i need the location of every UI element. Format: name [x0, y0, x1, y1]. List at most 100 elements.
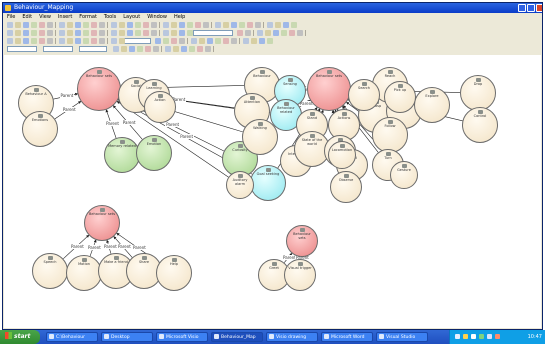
- toolbar-button[interactable]: [281, 30, 287, 36]
- update-icon[interactable]: [479, 334, 484, 339]
- toolbar-button[interactable]: [111, 22, 117, 28]
- menu-tools[interactable]: Tools: [104, 14, 116, 20]
- toolbar-button[interactable]: [7, 38, 13, 44]
- menu-file[interactable]: File: [7, 14, 15, 20]
- toolbar-button[interactable]: [231, 38, 237, 44]
- clock[interactable]: 10:47: [528, 330, 542, 344]
- toolbar-button[interactable]: [223, 38, 229, 44]
- toolbar-button[interactable]: [205, 46, 211, 52]
- behaviour-node[interactable]: Search: [348, 79, 380, 111]
- toolbar-button[interactable]: [297, 30, 303, 36]
- toolbar-button[interactable]: [67, 22, 73, 28]
- behaviour-node[interactable]: Control: [462, 107, 498, 143]
- taskbar-item[interactable]: Microsoft Visio: [156, 332, 208, 342]
- toolbar-button[interactable]: [207, 38, 213, 44]
- toolbar-button[interactable]: [7, 22, 13, 28]
- toolbar-button[interactable]: [179, 22, 185, 28]
- toolbar-button[interactable]: [23, 38, 29, 44]
- toolbar-button[interactable]: [15, 22, 21, 28]
- behaviour-node[interactable]: Locomotion: [328, 141, 356, 169]
- menu-format[interactable]: Format: [79, 14, 97, 20]
- toolbar-dropdown[interactable]: [43, 46, 73, 52]
- toolbar-button[interactable]: [197, 46, 203, 52]
- security-icon[interactable]: [463, 334, 468, 339]
- toolbar-button[interactable]: [91, 38, 97, 44]
- toolbar-button[interactable]: [189, 46, 195, 52]
- toolbar-button[interactable]: [47, 38, 53, 44]
- toolbar-button[interactable]: [7, 30, 13, 36]
- messenger-icon[interactable]: [495, 334, 500, 339]
- toolbar-button[interactable]: [267, 22, 273, 28]
- taskbar-item[interactable]: Microsoft Word: [321, 332, 373, 342]
- toolbar-button[interactable]: [239, 22, 245, 28]
- menu-edit[interactable]: Edit: [22, 14, 32, 20]
- toolbar-button[interactable]: [75, 38, 81, 44]
- menu-layout[interactable]: Layout: [123, 14, 140, 20]
- start-button[interactable]: start: [0, 330, 40, 344]
- toolbar-button[interactable]: [171, 22, 177, 28]
- toolbar-button[interactable]: [187, 22, 193, 28]
- toolbar-button[interactable]: [151, 30, 157, 36]
- toolbar-button[interactable]: [171, 38, 177, 44]
- behaviour-node[interactable]: Observe: [330, 171, 362, 203]
- toolbar-button[interactable]: [259, 38, 265, 44]
- menu-view[interactable]: View: [39, 14, 51, 20]
- toolbar-button[interactable]: [121, 46, 127, 52]
- toolbar-button[interactable]: [47, 30, 53, 36]
- toolbar-button[interactable]: [75, 22, 81, 28]
- toolbar-button[interactable]: [15, 30, 21, 36]
- behaviour-node[interactable]: Gesture: [390, 161, 418, 189]
- toolbar-button[interactable]: [113, 46, 119, 52]
- behaviour-node[interactable]: Explore: [414, 87, 450, 123]
- toolbar-button[interactable]: [223, 22, 229, 28]
- toolbar-button[interactable]: [143, 22, 149, 28]
- toolbar-button[interactable]: [127, 22, 133, 28]
- toolbar-button[interactable]: [99, 38, 105, 44]
- toolbar-button[interactable]: [247, 22, 253, 28]
- toolbar-button[interactable]: [145, 46, 151, 52]
- toolbar-button[interactable]: [111, 38, 117, 44]
- toolbar-button[interactable]: [67, 38, 73, 44]
- toolbar-button[interactable]: [291, 22, 297, 28]
- toolbar-button[interactable]: [163, 38, 169, 44]
- behaviour-hub-node[interactable]: Behaviour sets: [84, 205, 120, 241]
- toolbar-button[interactable]: [273, 30, 279, 36]
- toolbar-button[interactable]: [257, 30, 263, 36]
- menu-insert[interactable]: Insert: [58, 14, 72, 20]
- taskbar-item-active[interactable]: Behaviour_Map: [211, 332, 263, 342]
- behaviour-hub-node[interactable]: Behaviour sets: [307, 67, 351, 111]
- toolbar-button[interactable]: [83, 30, 89, 36]
- toolbar-button[interactable]: [163, 30, 169, 36]
- toolbar-button[interactable]: [31, 30, 37, 36]
- behaviour-node[interactable]: Motion: [66, 255, 102, 291]
- title-bar[interactable]: Behaviour_Mapping: [3, 3, 542, 13]
- toolbar-button[interactable]: [119, 38, 125, 44]
- menu-help[interactable]: Help: [174, 14, 185, 20]
- toolbar-dropdown[interactable]: [7, 46, 37, 52]
- behaviour-node[interactable]: Emotion: [136, 135, 172, 171]
- network-icon[interactable]: [455, 334, 460, 339]
- minimize-button[interactable]: [518, 4, 526, 12]
- toolbar-dropdown[interactable]: [193, 30, 233, 36]
- toolbar-button[interactable]: [59, 22, 65, 28]
- toolbar-button[interactable]: [283, 22, 289, 28]
- behaviour-node[interactable]: Pick up: [384, 81, 416, 113]
- taskbar-item[interactable]: Visio drawing: [266, 332, 318, 342]
- toolbar-button[interactable]: [67, 30, 73, 36]
- toolbar-button[interactable]: [203, 22, 209, 28]
- toolbar-button[interactable]: [163, 22, 169, 28]
- close-button[interactable]: [536, 4, 542, 12]
- behaviour-node[interactable]: Follow: [372, 117, 408, 153]
- toolbar-button[interactable]: [265, 30, 271, 36]
- toolbar-button[interactable]: [111, 30, 117, 36]
- behaviour-node[interactable]: Emotions: [22, 111, 58, 147]
- toolbar-button[interactable]: [83, 22, 89, 28]
- toolbar-button[interactable]: [31, 22, 37, 28]
- toolbar-button[interactable]: [179, 38, 185, 44]
- toolbar-button[interactable]: [289, 30, 295, 36]
- toolbar-dropdown[interactable]: [123, 38, 151, 44]
- toolbar-button[interactable]: [195, 22, 201, 28]
- toolbar-button[interactable]: [135, 22, 141, 28]
- toolbar-button[interactable]: [23, 22, 29, 28]
- toolbar-button[interactable]: [215, 38, 221, 44]
